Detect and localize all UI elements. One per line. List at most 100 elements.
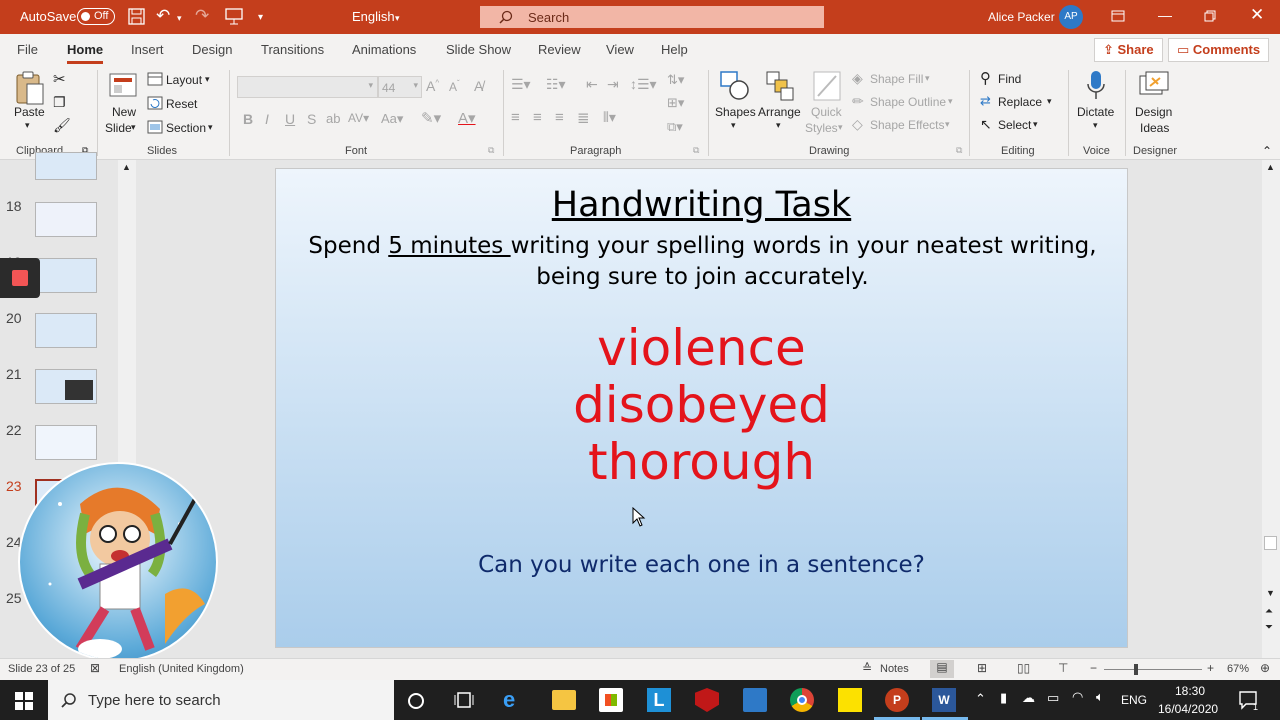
cut-icon[interactable]: ✂: [53, 70, 66, 88]
customize-toolbar-icon[interactable]: ▾: [258, 10, 263, 26]
justify-icon[interactable]: ≣: [577, 109, 590, 127]
taskbar-search-box[interactable]: Type here to search: [48, 680, 394, 720]
design-ideas-label-2[interactable]: Ideas: [1140, 121, 1169, 135]
arrange-dropdown-icon[interactable]: ▾: [776, 120, 781, 131]
zoom-in-icon[interactable]: +: [1207, 661, 1214, 675]
sticky-notes-icon[interactable]: [838, 688, 862, 712]
char-spacing-icon[interactable]: AV▾: [348, 111, 369, 125]
edge-icon[interactable]: e: [503, 688, 527, 712]
next-slide-icon[interactable]: ⏷: [1265, 622, 1273, 633]
tab-animations[interactable]: Animations: [352, 42, 416, 57]
change-case-icon[interactable]: Aa▾: [381, 111, 403, 127]
save-icon[interactable]: [128, 8, 145, 25]
select-dropdown-icon[interactable]: ▾: [1033, 119, 1038, 130]
clock-date[interactable]: 16/04/2020: [1158, 702, 1218, 716]
slide-thumbnail-22[interactable]: [35, 425, 97, 460]
volume-icon[interactable]: 🔈︎: [1096, 689, 1104, 705]
share-button[interactable]: ⇪ Share: [1094, 38, 1163, 62]
spelling-word[interactable]: thorough: [276, 433, 1127, 491]
replace-dropdown-icon[interactable]: ▾: [1047, 96, 1052, 107]
powerpoint-icon[interactable]: P: [885, 688, 909, 712]
layout-button[interactable]: Layout: [166, 73, 202, 87]
quick-styles-label[interactable]: Quick: [811, 105, 842, 119]
font-launcher-icon[interactable]: ⧉: [488, 145, 494, 156]
undo-dropdown-icon[interactable]: ▾: [177, 10, 182, 26]
tab-view[interactable]: View: [606, 42, 634, 57]
line-spacing-icon[interactable]: ↕☰▾: [630, 76, 657, 93]
shape-effects-dropdown-icon[interactable]: ▾: [945, 119, 950, 130]
copy-icon[interactable]: ❐: [53, 94, 66, 111]
avatar[interactable]: AP: [1059, 5, 1083, 29]
design-ideas-icon[interactable]: [1138, 70, 1170, 102]
align-center-icon[interactable]: ≡: [533, 109, 542, 126]
tab-help[interactable]: Help: [661, 42, 688, 57]
slide-scrollbar[interactable]: ▲ ▼ ⏶ ⏷: [1262, 160, 1280, 658]
zoom-out-icon[interactable]: −: [1090, 661, 1097, 675]
new-slide-dropdown-icon[interactable]: ▾: [131, 122, 136, 133]
zoom-level[interactable]: 67%: [1227, 663, 1249, 675]
language-selector[interactable]: English: [352, 9, 395, 24]
new-slide-icon[interactable]: [108, 72, 138, 100]
dictate-button[interactable]: Dictate: [1077, 105, 1114, 119]
decrease-font-icon[interactable]: Aˇ: [449, 79, 460, 94]
text-direction-icon[interactable]: ⇅▾: [667, 72, 684, 88]
shape-outline-button[interactable]: Shape Outline: [870, 95, 946, 109]
dictate-dropdown-icon[interactable]: ▾: [1093, 120, 1098, 131]
autosave-toggle[interactable]: Off: [77, 8, 115, 25]
spelling-word[interactable]: violence: [276, 319, 1127, 377]
shadow-icon[interactable]: ab: [326, 111, 340, 126]
format-painter-icon[interactable]: 🖌: [53, 117, 71, 134]
columns-icon[interactable]: ⫴▾: [603, 109, 616, 126]
paste-icon[interactable]: [15, 70, 45, 106]
minimize-icon[interactable]: —: [1158, 7, 1172, 23]
undo-icon[interactable]: ↶: [156, 7, 170, 24]
comments-button[interactable]: ▭ Comments: [1168, 38, 1270, 62]
font-name-combo[interactable]: ▾: [237, 76, 378, 98]
slide-show-icon[interactable]: ⊤: [1058, 661, 1068, 675]
increase-font-icon[interactable]: A^: [426, 78, 439, 94]
highlight-icon[interactable]: ✎▾: [421, 109, 441, 127]
tab-slide-show[interactable]: Slide Show: [446, 42, 511, 57]
launcher-l-icon[interactable]: L: [647, 688, 671, 712]
notes-button[interactable]: Notes: [880, 663, 909, 675]
arrange-icon[interactable]: [765, 70, 795, 102]
design-ideas-label[interactable]: Design: [1135, 105, 1172, 119]
smartart-icon[interactable]: ⧉▾: [667, 119, 683, 135]
windows-start-icon[interactable]: [15, 692, 33, 710]
zoom-slider[interactable]: [1104, 664, 1202, 675]
shapes-button[interactable]: Shapes: [715, 105, 756, 119]
normal-view-icon[interactable]: ▤: [930, 660, 954, 678]
tab-transitions[interactable]: Transitions: [261, 42, 324, 57]
italic-button[interactable]: I: [265, 111, 269, 127]
store-icon[interactable]: [599, 688, 623, 712]
present-icon[interactable]: [225, 8, 243, 25]
language-dropdown-icon[interactable]: ▾: [395, 10, 400, 26]
quick-styles-dropdown-icon[interactable]: ▾: [838, 122, 843, 133]
find-button[interactable]: Find: [998, 72, 1021, 86]
task-view-icon[interactable]: [454, 691, 474, 709]
font-size-combo[interactable]: 44 ▾: [378, 76, 422, 98]
clear-formatting-icon[interactable]: A̸: [474, 78, 483, 94]
decrease-indent-icon[interactable]: ⇤: [586, 76, 598, 93]
paragraph-launcher-icon[interactable]: ⧉: [693, 145, 699, 156]
align-left-icon[interactable]: ≡: [511, 109, 520, 126]
close-icon[interactable]: ✕: [1250, 6, 1264, 23]
scroll-down-icon[interactable]: ▼: [1266, 588, 1275, 598]
mcafee-icon[interactable]: [695, 688, 719, 712]
align-text-icon[interactable]: ⊞▾: [667, 95, 684, 111]
mail-icon[interactable]: [743, 688, 767, 712]
scroll-up-icon[interactable]: ▲: [1266, 162, 1275, 172]
slide-question[interactable]: Can you write each one in a sentence?: [276, 552, 1127, 578]
word-icon[interactable]: W: [932, 688, 956, 712]
slide-instruction[interactable]: Spend 5 minutes writing your spelling wo…: [296, 231, 1109, 293]
bold-button[interactable]: B: [243, 111, 253, 127]
user-name[interactable]: Alice Packer: [988, 10, 1055, 24]
collapse-ribbon-icon[interactable]: ⌃: [1262, 144, 1272, 158]
shapes-dropdown-icon[interactable]: ▾: [731, 120, 736, 131]
scroll-up-icon[interactable]: ▲: [122, 162, 131, 172]
slide-title[interactable]: Handwriting Task: [276, 185, 1127, 225]
select-button[interactable]: Select: [998, 118, 1031, 132]
reading-view-icon[interactable]: ▯▯: [1017, 661, 1030, 675]
new-slide-label[interactable]: New: [112, 105, 136, 119]
replace-button[interactable]: Replace: [998, 95, 1042, 109]
